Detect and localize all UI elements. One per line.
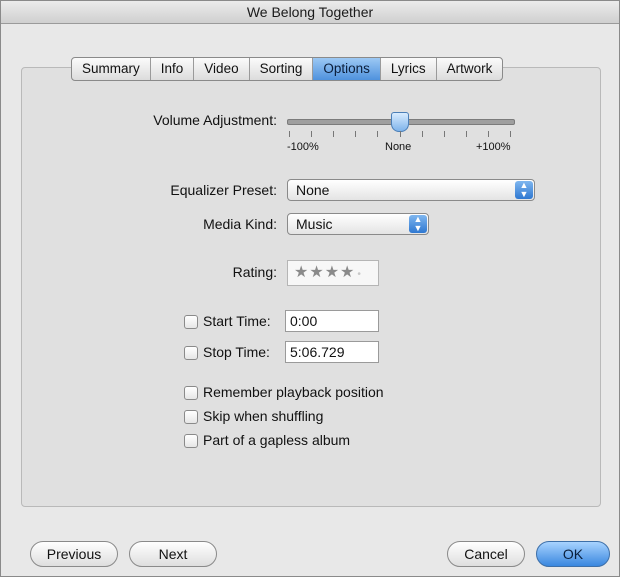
volume-tick [289,131,290,137]
media-kind-label: Media Kind: [203,216,277,232]
ok-button[interactable]: OK [536,541,610,567]
updown-arrows-icon: ▲ ▼ [515,181,533,199]
tab-summary[interactable]: Summary [72,58,151,80]
volume-tick [510,131,511,137]
tab-info[interactable]: Info [151,58,195,80]
remember-playback-label: Remember playback position [203,384,384,400]
volume-max-label: +100% [476,141,511,153]
gapless-album-label: Part of a gapless album [203,432,351,448]
skip-shuffling-label: Skip when shuffling [203,408,324,424]
volume-tick [377,131,378,137]
previous-button[interactable]: Previous [30,541,118,567]
cancel-button[interactable]: Cancel [447,541,525,567]
volume-tick [311,131,312,137]
volume-ticks [289,131,511,139]
volume-tick [400,131,401,137]
volume-tick [333,131,334,137]
skip-shuffling-checkbox[interactable] [184,410,198,424]
rating-control[interactable]: ★★★★ • [287,260,379,286]
media-kind-value: Music [296,216,333,232]
equalizer-select[interactable]: None ▲ ▼ [287,179,535,201]
volume-tick [466,131,467,137]
tab-bar: Summary Info Video Sorting Options Lyric… [71,57,504,81]
tab-sorting[interactable]: Sorting [250,58,314,80]
info-dialog: We Belong Together Summary Info Video So… [0,0,620,577]
stop-time-label: Stop Time: [203,344,270,360]
tab-artwork[interactable]: Artwork [437,58,503,80]
tab-video[interactable]: Video [194,58,250,80]
volume-mid-label: None [385,141,412,153]
empty-star-dot-icon: • [357,269,362,280]
remember-playback-checkbox[interactable] [184,386,198,400]
stop-time-field[interactable]: 5:06.729 [285,341,379,363]
window-title: We Belong Together [1,1,619,24]
start-time-checkbox[interactable] [184,315,198,329]
rating-label: Rating: [232,264,277,280]
volume-min-label: -100% [287,141,319,153]
equalizer-label: Equalizer Preset: [170,182,277,198]
volume-tick [355,131,356,137]
stop-time-checkbox[interactable] [184,346,198,360]
tab-lyrics[interactable]: Lyrics [381,58,437,80]
volume-tick [422,131,423,137]
media-kind-select[interactable]: Music ▲ ▼ [287,213,429,235]
rating-stars: ★★★★ [294,264,356,281]
equalizer-value: None [296,182,330,198]
volume-tick [488,131,489,137]
volume-slider-knob[interactable] [391,112,409,132]
tab-options[interactable]: Options [313,58,381,80]
volume-label: Volume Adjustment: [153,112,277,128]
start-time-label: Start Time: [203,313,271,329]
next-button[interactable]: Next [129,541,217,567]
gapless-album-checkbox[interactable] [184,434,198,448]
volume-tick [444,131,445,137]
start-time-field[interactable]: 0:00 [285,310,379,332]
updown-arrows-icon: ▲ ▼ [409,215,427,233]
